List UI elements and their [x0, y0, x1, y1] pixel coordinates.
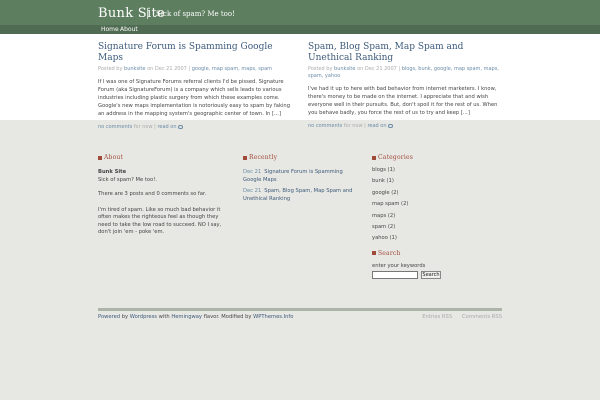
recent-date: Dec 21: [243, 169, 262, 175]
hemingway-link[interactable]: Hemingway: [171, 314, 202, 320]
comments-link[interactable]: no comments: [308, 123, 342, 129]
post: Signature Forum is Spamming Google Maps …: [98, 42, 293, 130]
comments-rss-link[interactable]: Comments RSS: [462, 314, 502, 320]
about-tagline: Sick of spam? Me too!.: [98, 176, 157, 183]
site-header: Bunk Site Sick of spam? Me too!: [0, 0, 600, 25]
meta-prefix: Posted by: [98, 66, 123, 72]
list-item: Dec 21 Spam, Blog Spam, Map Spam and Unet…: [243, 188, 358, 203]
about-widget: About Bunk Site Sick of spam? Me too!. T…: [98, 154, 233, 237]
about-stats: There are 3 posts and 0 comments so far.: [98, 191, 207, 197]
recently-widget: Recently Dec 21 Signature Forum is Spammi…: [243, 154, 358, 203]
nav-item-home[interactable]: Home: [101, 26, 119, 33]
bullet-square-icon: [372, 251, 376, 256]
arrow-icon: [388, 123, 394, 128]
site-footer: Powered by Wordpress with Hemingway flav…: [98, 314, 502, 320]
comments-for: for now: [133, 124, 153, 131]
wpthemes-link[interactable]: WPThemes.Info: [253, 314, 293, 320]
footer-with: with: [158, 314, 170, 320]
post-title[interactable]: Signature Forum is Spamming Google Maps: [98, 42, 273, 63]
nav-item-about[interactable]: About: [120, 26, 138, 33]
post-meta: Posted by bunksite on Dec 21 2007 | blog…: [308, 66, 499, 79]
post-tags[interactable]: google, map spam, maps, spam: [192, 66, 272, 72]
search-label: enter your keywords: [372, 262, 426, 269]
post-footer: no comments for now | read on: [308, 123, 503, 129]
category-item[interactable]: maps (2): [372, 211, 502, 222]
bullet-square-icon: [98, 155, 102, 160]
comments-for: for now: [343, 123, 363, 130]
site-title[interactable]: Bunk Site: [98, 6, 165, 21]
post-date: on Dec 21 2007: [147, 66, 187, 72]
site-tagline: Sick of spam? Me too!: [156, 10, 235, 18]
search-form: Search: [372, 270, 502, 279]
footer-flavor: flavor. Modified by: [203, 314, 252, 320]
main-nav: Home About: [0, 25, 600, 34]
powered-link[interactable]: Powered: [98, 314, 120, 320]
category-item[interactable]: bunk (1): [372, 176, 502, 187]
post-footer: no comments for now | read on: [98, 124, 293, 130]
post-title[interactable]: Spam, Blog Spam, Map Spam and Unethical …: [308, 42, 463, 63]
category-item[interactable]: google (2): [372, 188, 502, 199]
search-input[interactable]: [372, 270, 418, 279]
category-item[interactable]: blogs (1): [372, 165, 502, 176]
categories-widget: Categories blogs (1) bunk (1) google (2)…: [372, 154, 502, 279]
search-heading: Search: [378, 249, 401, 257]
footer-by: by: [121, 314, 129, 320]
category-item[interactable]: spam (2): [372, 222, 502, 233]
post-meta: Posted by bunksite on Dec 21 2007 | goog…: [98, 66, 273, 72]
category-item[interactable]: map spam (2): [372, 199, 502, 210]
post-excerpt: If I was one of Signature Forums referra…: [98, 79, 290, 118]
author-link[interactable]: bunksite: [334, 66, 355, 72]
arrow-icon: [178, 124, 184, 129]
recently-heading: Recently: [249, 154, 278, 161]
wordpress-link[interactable]: Wordpress: [130, 314, 157, 320]
posts-area: Signature Forum is Spamming Google Maps …: [0, 34, 600, 130]
categories-heading: Categories: [378, 154, 413, 161]
entries-rss-link[interactable]: Entries RSS: [422, 314, 452, 320]
post-excerpt: I've had it up to here with bad behavior…: [308, 86, 498, 117]
title-separator: [147, 8, 148, 19]
rss-links: Entries RSS Comments RSS: [422, 314, 502, 320]
search-button[interactable]: Search: [421, 270, 441, 279]
category-item[interactable]: yahoo (1): [372, 233, 502, 244]
footer-divider: [98, 308, 502, 311]
meta-prefix: Posted by: [308, 66, 333, 72]
read-on-link[interactable]: read on: [157, 124, 176, 130]
bullet-square-icon: [243, 155, 247, 160]
post: Spam, Blog Spam, Map Spam and Unethical …: [308, 42, 503, 129]
list-item: Dec 21 Signature Forum is Spamming Google…: [243, 169, 358, 184]
read-on-link[interactable]: read on: [367, 123, 386, 129]
post-date: on Dec 21 2007: [357, 66, 397, 72]
about-name: Bunk Site: [98, 169, 127, 175]
author-link[interactable]: bunksite: [124, 66, 145, 72]
about-text: I'm tired of spam. Like so much bad beha…: [98, 206, 222, 236]
about-heading: About: [104, 154, 124, 161]
bullet-square-icon: [372, 155, 376, 160]
comments-link[interactable]: no comments: [98, 124, 132, 130]
recent-date: Dec 21: [243, 188, 262, 194]
